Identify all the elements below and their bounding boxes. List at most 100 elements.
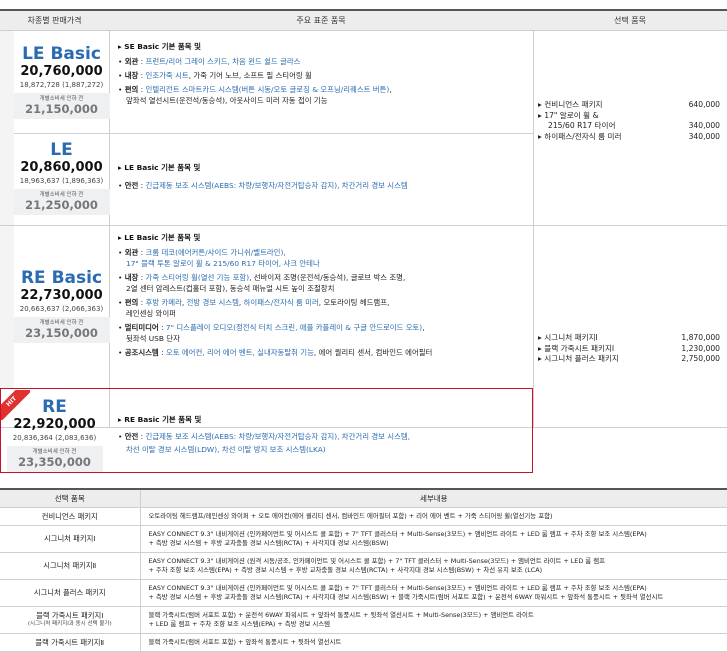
- option-label: 215/60 R17 타이어: [548, 121, 615, 132]
- options-re: ▸ 시그니처 패키지Ⅰ1,870,000 ▸ 블랙 가죽시트 패키지Ⅰ1,230…: [538, 333, 720, 365]
- detail-line: 블랙 가죽시트(럼버 서포트 포함) + 운전석 6WAY 파워시트 + 앞좌석…: [149, 611, 727, 620]
- option-row: ▸ 시그니처 패키지Ⅰ1,870,000: [538, 333, 720, 344]
- row-name: 시그니처 패키지Ⅱ: [0, 552, 140, 579]
- feature-line: • 편의 : 후방 카메라, 전방 경보 시스템, 하이패스/전자식 룸 미러,…: [118, 297, 530, 308]
- trim-le-basic: LE Basic 20,760,000 18,872,728 (1,887,27…: [14, 44, 109, 119]
- row-detail: 오토라이팅 헤드램프/레인센싱 와이퍼 + 오토 에어컨(에어 퀄리티 센서, …: [140, 507, 727, 525]
- table-header: 차종별 판매가격 주요 표준 품목 선택 품목: [0, 9, 727, 31]
- feature-line: 17" 블랙 투톤 알로이 휠 & 215/60 R17 타이어, 샤크 안테나: [118, 258, 530, 269]
- feature-text: 인조가죽 시트: [146, 71, 189, 80]
- col-header: 세부내용: [140, 489, 727, 507]
- feature-text: , 오토라이팅 헤드램프,: [319, 298, 390, 307]
- option-row: ▸ 시그니처 플러스 패키지2,750,000: [538, 354, 720, 365]
- option-price: 640,000: [689, 100, 720, 111]
- row-name: 컨비니언스 패키지: [0, 507, 140, 525]
- feature-line: 2열 센터 암레스트(컵홀더 포함), 동승석 매뉴얼 시트 높이 조절장치: [118, 283, 530, 294]
- divider: [110, 133, 533, 134]
- features-le: ▸ LE Basic 기본 품목 및 • 안전 : 긴급제동 보조 시스템(AE…: [118, 162, 528, 191]
- row-detail: EASY CONNECT 9.3" 내비게이션 (인카페이먼트 및 어시스트 콜…: [140, 525, 727, 552]
- trim-price: 20,760,000: [20, 64, 102, 80]
- detail-line: + 측방 경보 시스템 + 후방 교차충돌 경보 시스템(RCTA) + 사각지…: [149, 593, 727, 602]
- feature-text: 7" 디스플레이 오디오(정전식 터치 스크린, 애플 카플레이 & 구글 안드…: [166, 323, 422, 332]
- features-title-text: LE Basic 기본 품목 및: [124, 233, 200, 242]
- row-name: 블랙 가죽시트 패키지Ⅰ(시그니처 패키지Ⅰ과 동시 선택 불가): [0, 606, 140, 633]
- option-price: 1,230,000: [681, 344, 720, 355]
- option-row: ▸ 17" 알로이 휠 &: [538, 111, 720, 122]
- feature-category: 외관: [125, 248, 139, 257]
- trim-price: 22,730,000: [20, 288, 102, 304]
- feature-text: 크롬 데코(에어커튼/사이드 가니쉬/벨트라인),: [146, 248, 286, 257]
- detail-line: + 주차 조향 보조 시스템(EPA) + 측방 경보 시스템 + 후방 교차충…: [149, 566, 727, 575]
- feature-line: 레인센싱 와이퍼: [118, 308, 530, 319]
- trim-re-basic: RE Basic 22,730,000 20,663,637 (2,066,36…: [14, 268, 109, 343]
- trim-name: LE: [50, 140, 72, 160]
- divider: [533, 31, 534, 427]
- option-price: 1,870,000: [681, 333, 720, 344]
- table-row: 블랙 가죽시트 패키지Ⅱ 블랙 가죽시트(럼버 서포트 포함) + 앞좌석 통풍…: [0, 633, 727, 651]
- table-header-row: 선택 품목 세부내용: [0, 489, 727, 507]
- detail-line: EASY CONNECT 9.3" 내비게이션 (인카페이먼트 및 어시스트 콜…: [149, 584, 727, 593]
- feature-text: 가죽 스티어링 휠(열선 기능 포함): [146, 273, 250, 282]
- row-name-text: 블랙 가죽시트 패키지Ⅰ: [0, 611, 140, 620]
- detail-line: EASY CONNECT 9.3" 내비게이션 (원격 시동/공조, 인카페이먼…: [149, 557, 727, 566]
- detail-line: EASY CONNECT 9.3" 내비게이션 (인카페이먼트 및 어시스트 콜…: [149, 530, 727, 539]
- feature-category: 내장: [125, 273, 139, 282]
- group-bar: [0, 226, 14, 388]
- option-row: ▸ 컨비니언스 패키지640,000: [538, 100, 720, 111]
- row-detail: EASY CONNECT 9.3" 내비게이션 (원격 시동/공조, 인카페이먼…: [140, 552, 727, 579]
- row-detail: 블랙 가죽시트(럼버 서포트 포함) + 앞좌석 통풍시트 + 뒷좌석 열선시트: [140, 633, 727, 651]
- feature-line: • 안전 : 긴급제동 보조 시스템(AEBS: 차량/보행자/자전거탑승자 감…: [118, 180, 528, 191]
- group-bar: [0, 31, 14, 225]
- feature-category: 편의: [125, 85, 139, 94]
- pre-tax-value: 23,150,000: [14, 327, 110, 340]
- features-title: ▸ LE Basic 기본 품목 및: [118, 232, 530, 243]
- feature-text: 인텔리전트 스마트카드 시스템(버튼 시동/오토 글로징 & 오프닝/리퀘스트 …: [146, 85, 390, 94]
- feature-text: ,: [422, 323, 424, 332]
- feature-line: • 공조시스템 : 오토 에어컨, 리어 에어 벤트, 실내자동탈취 기능, 에…: [118, 347, 530, 358]
- detail-line: 블랙 가죽시트(럼버 서포트 포함) + 앞좌석 통풍시트 + 뒷좌석 열선시트: [149, 638, 727, 647]
- row-name: 시그니처 플러스 패키지: [0, 579, 140, 606]
- trim-name: RE Basic: [21, 268, 102, 288]
- feature-text: ,: [389, 85, 391, 94]
- header-standard: 주요 표준 품목: [109, 15, 533, 26]
- divider: [0, 225, 727, 226]
- col-header: 선택 품목: [0, 489, 140, 507]
- features-title-text: SE Basic 기본 품목 및: [124, 42, 201, 51]
- feature-text: 후방 카메라: [146, 298, 182, 307]
- feature-text: 전방 경보 시스템: [187, 298, 239, 307]
- detail-line: + 측방 경보 시스템 + 후방 교차충돌 경보 시스템(RCTA) + 사각지…: [149, 539, 727, 548]
- feature-text: 하이패스/전자식 룸 미러: [244, 298, 319, 307]
- pre-tax-value: 21,250,000: [14, 199, 110, 212]
- trim-price-detail: 18,872,728 (1,887,272): [20, 80, 103, 90]
- feature-line: • 내장 : 인조가죽 시트, 가죽 기어 노브, 소프트 필 스티어링 휠: [118, 70, 528, 81]
- feature-line: • 외관 : 크롬 데코(에어커튼/사이드 가니쉬/벨트라인),: [118, 247, 530, 258]
- feature-line: • 멀티미디어 : 7" 디스플레이 오디오(정전식 터치 스크린, 애플 카플…: [118, 322, 530, 333]
- features-title: ▸ SE Basic 기본 품목 및: [118, 41, 528, 52]
- row-name: 시그니처 패키지Ⅰ: [0, 525, 140, 552]
- features-re-basic: ▸ LE Basic 기본 품목 및 • 외관 : 크롬 데코(에어커튼/사이드…: [118, 232, 530, 358]
- features-re: ▸ RE Basic 기본 품목 및 • 안전 : 긴급제동 보조 시스템(AE…: [118, 414, 530, 455]
- table-row: 컨비니언스 패키지 오토라이팅 헤드램프/레인센싱 와이퍼 + 오토 에어컨(에…: [0, 507, 727, 525]
- pre-tax-box: 개별소비세 인하 전 21,150,000: [14, 93, 110, 119]
- feature-text: 긴급제동 보조 시스템(AEBS: 차량/보행자/자전거탑승자 감지), 차간거…: [146, 432, 411, 441]
- option-row: 215/60 R17 타이어340,000: [538, 121, 720, 132]
- row-name-note: (시그니처 패키지Ⅰ과 동시 선택 불가): [0, 620, 140, 629]
- option-label: 컨비니언스 패키지: [544, 100, 602, 109]
- option-label: 시그니처 플러스 패키지: [544, 354, 619, 363]
- features-title: ▸ LE Basic 기본 품목 및: [118, 162, 528, 173]
- feature-text: 긴급제동 보조 시스템(AEBS: 차량/보행자/자전거탑승자 감지), 차간거…: [146, 181, 408, 190]
- feature-text: 프런트/리어 그레이 스키드, 차음 윈드 쉴드 글라스: [146, 57, 301, 66]
- option-row: ▸ 하이패스/전자식 룸 미러340,000: [538, 132, 720, 143]
- row-detail: EASY CONNECT 9.3" 내비게이션 (인카페이먼트 및 어시스트 콜…: [140, 579, 727, 606]
- trim-le: LE 20,860,000 18,963,637 (1,896,363) 개별소…: [14, 140, 109, 215]
- features-title-text: RE Basic 기본 품목 및: [124, 415, 201, 424]
- feature-line: • 내장 : 가죽 스티어링 휠(열선 기능 포함), 선바이저 조명(운전석/…: [118, 272, 530, 283]
- pre-tax-box: 개별소비세 인하 전 23,150,000: [14, 317, 110, 343]
- trim-name: LE Basic: [22, 44, 101, 64]
- table-row: 블랙 가죽시트 패키지Ⅰ(시그니처 패키지Ⅰ과 동시 선택 불가) 블랙 가죽시…: [0, 606, 727, 633]
- options-detail-table: 선택 품목 세부내용 컨비니언스 패키지 오토라이팅 헤드램프/레인센싱 와이퍼…: [0, 488, 727, 652]
- header-price: 차종별 판매가격: [0, 15, 109, 26]
- option-price: 340,000: [689, 132, 720, 143]
- feature-line: • 편의 : 인텔리전트 스마트카드 시스템(버튼 시동/오토 글로징 & 오프…: [118, 84, 528, 95]
- option-label: 블랙 가죽시트 패키지Ⅰ: [544, 344, 614, 353]
